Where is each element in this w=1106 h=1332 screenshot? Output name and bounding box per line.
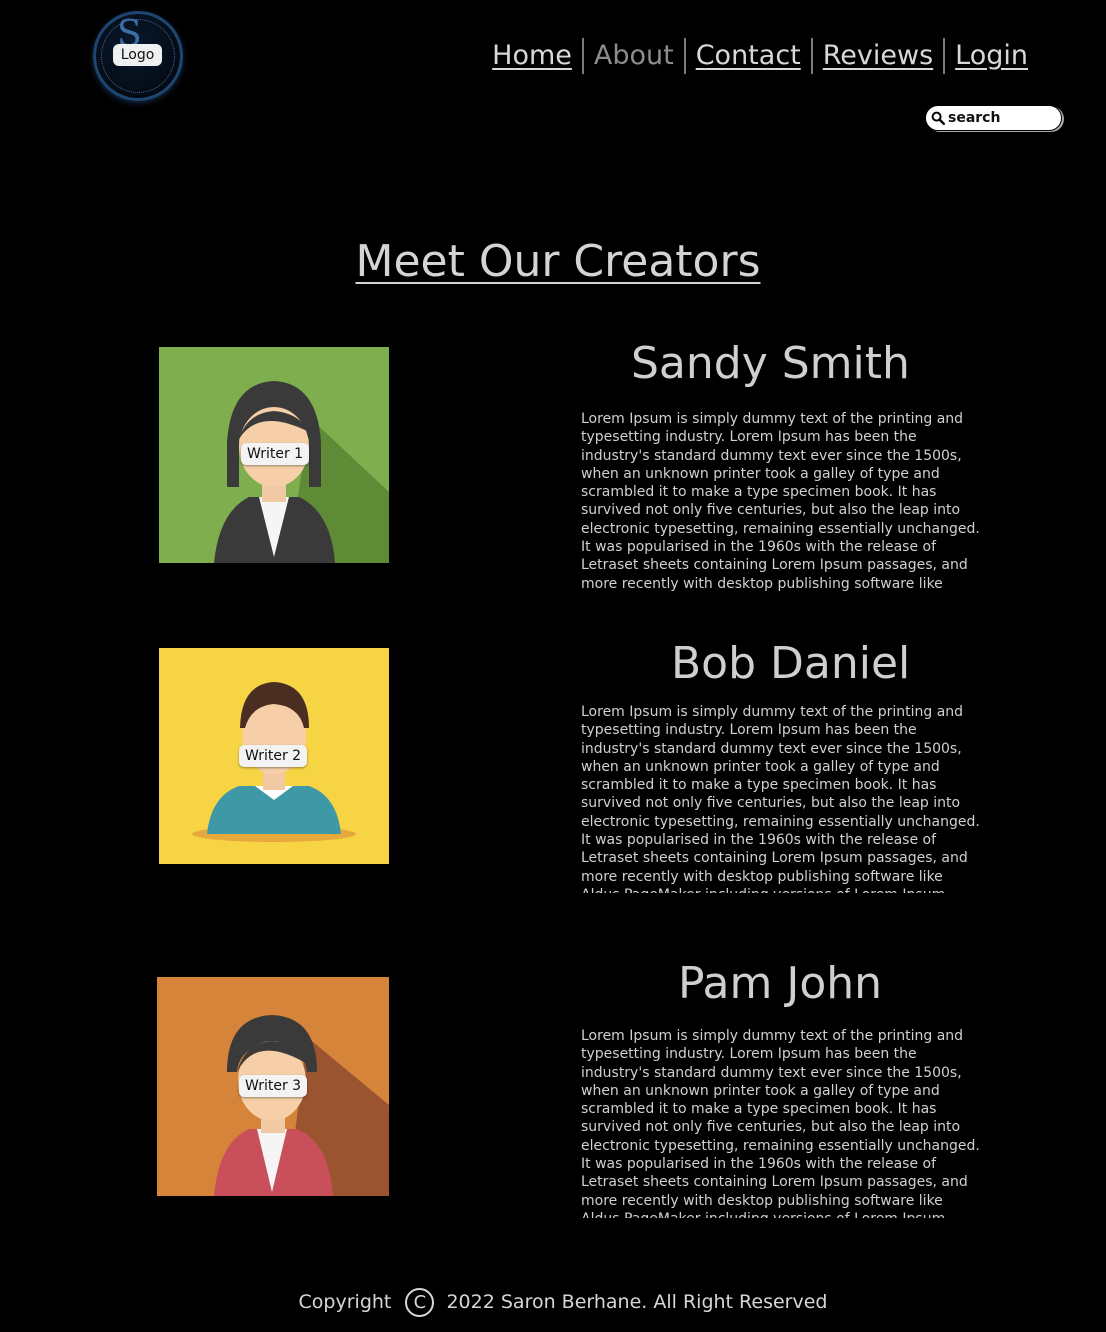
nav-home[interactable]: Home (482, 38, 582, 74)
writer-label: Writer 1 (241, 443, 310, 465)
copyright-icon: C (405, 1288, 435, 1317)
nav-about[interactable]: About (584, 38, 684, 74)
site-footer: Copyright C 2022 Saron Berhane. All Righ… (0, 1288, 1106, 1317)
writer-label: Writer 3 (239, 1075, 308, 1097)
nav-contact[interactable]: Contact (686, 38, 811, 74)
creator-bio: Lorem Ipsum is simply dummy text of the … (581, 1028, 980, 1218)
creator-avatar-bob-daniel: Writer 2 (159, 648, 389, 864)
logo[interactable]: S Logo (93, 11, 183, 101)
search-box[interactable] (925, 105, 1062, 131)
logo-label: Logo (113, 44, 162, 66)
copyright-text: 2022 Saron Berhane. All Right Reserved (446, 1291, 828, 1313)
page-title: Meet Our Creators (355, 236, 761, 287)
writer-label: Writer 2 (239, 745, 308, 767)
search-input[interactable] (948, 110, 1056, 126)
creator-name: Pam John (678, 958, 883, 1009)
creator-avatar-pam-john: Writer 3 (157, 977, 389, 1196)
creator-name: Sandy Smith (631, 338, 910, 389)
main-nav: Home About Contact Reviews Login (482, 38, 1038, 74)
copyright-prefix: Copyright (298, 1291, 392, 1313)
creator-avatar-sandy-smith: Writer 1 (159, 347, 389, 563)
nav-reviews[interactable]: Reviews (813, 38, 943, 74)
creator-bio: Lorem Ipsum is simply dummy text of the … (581, 704, 980, 893)
creator-name: Bob Daniel (671, 638, 911, 689)
search-icon (931, 111, 945, 125)
creator-bio: Lorem Ipsum is simply dummy text of the … (581, 411, 980, 595)
nav-login[interactable]: Login (945, 38, 1038, 74)
